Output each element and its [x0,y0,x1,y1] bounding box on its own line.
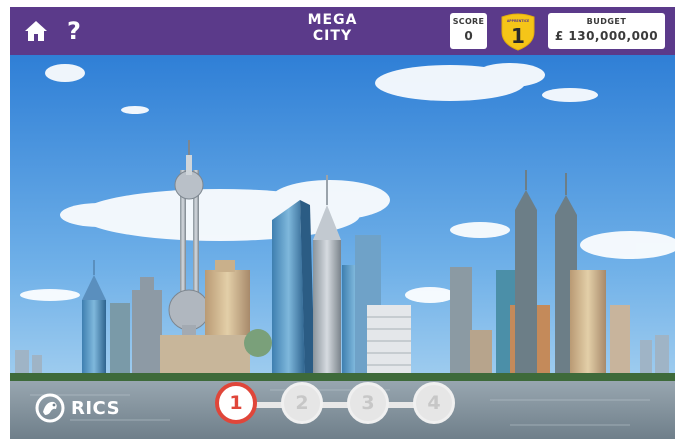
top-bar: ? MEGA CITY SCORE 0 APPRENTICE 1 BUDGET … [10,7,675,55]
budget-label: BUDGET [586,17,627,26]
game-frame: ? MEGA CITY SCORE 0 APPRENTICE 1 BUDGET … [10,7,675,439]
level-progress: 1 2 3 4 [215,381,475,427]
step-3-button[interactable]: 3 [347,382,389,424]
logo-text: RICS [71,397,121,419]
home-icon [25,21,47,41]
lion-emblem-icon [35,393,65,423]
game-title: MEGA CITY [280,12,385,44]
score-panel: SCORE 0 [450,13,487,49]
step-4-button[interactable]: 4 [413,382,455,424]
home-button[interactable] [20,15,52,47]
score-value: 0 [464,29,473,43]
help-button[interactable]: ? [58,15,90,47]
budget-value: £ 130,000,000 [554,29,659,43]
rics-logo: RICS [34,391,120,425]
rank-number: 1 [511,24,525,48]
step-1-button[interactable]: 1 [215,382,257,424]
title-line-1: MEGA [307,12,358,28]
score-label: SCORE [452,17,485,26]
shield-badge-icon: APPRENTICE 1 [501,13,535,51]
budget-panel: BUDGET £ 130,000,000 [548,13,665,49]
question-mark-icon: ? [67,17,81,45]
title-line-2: CITY [312,28,353,44]
step-2-button[interactable]: 2 [281,382,323,424]
rank-label: APPRENTICE [507,19,529,23]
